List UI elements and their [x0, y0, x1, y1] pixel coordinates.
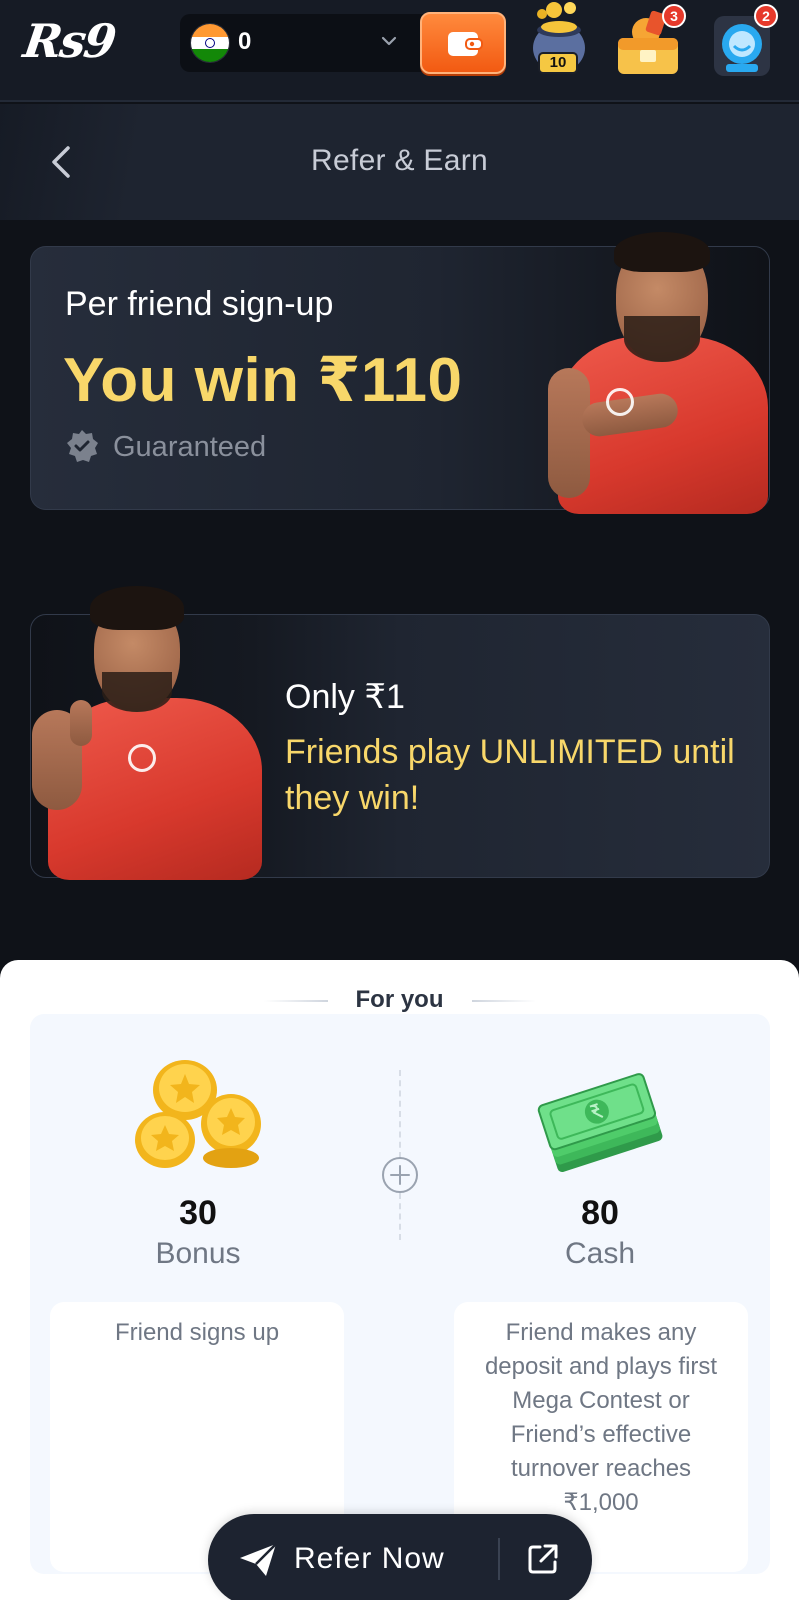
refer-separator — [498, 1538, 500, 1580]
cash-stack-icon — [537, 1073, 663, 1173]
page-title: Refer & Earn — [310, 144, 488, 177]
refer-now-button[interactable]: Refer Now — [208, 1514, 496, 1600]
bonus-label: Bonus — [155, 1237, 241, 1270]
verified-badge-icon — [67, 430, 98, 462]
page-header: Refer & Earn — [0, 104, 799, 220]
app-logo[interactable]: Rs9 — [20, 14, 118, 68]
unlimited-play-title: Only ₹1 — [285, 678, 405, 716]
bonus-reward: 30 Bonus — [48, 1058, 348, 1271]
jackpot-pot-icon[interactable]: 10 — [524, 2, 594, 76]
ambassador-image-right — [538, 218, 768, 514]
cash-condition-text: Friend makes any deposit and plays first… — [484, 1319, 718, 1516]
bonus-value: 30 — [179, 1194, 217, 1232]
share-icon[interactable] — [526, 1542, 560, 1576]
rewards-divider — [399, 1070, 401, 1240]
rewards-chest-icon[interactable]: 3 — [612, 4, 686, 76]
plus-icon — [382, 1157, 418, 1193]
balance-value: 0 — [238, 28, 252, 55]
chevron-down-icon[interactable] — [380, 32, 398, 50]
signup-reward-title: Per friend sign-up — [65, 285, 334, 323]
guaranteed-label: Guaranteed — [113, 431, 267, 463]
bonus-condition-text: Friend signs up — [114, 1319, 280, 1346]
signup-reward-amount: You win ₹110 — [63, 346, 463, 415]
jackpot-label: 10 — [538, 52, 578, 74]
refer-now-label: Refer Now — [294, 1542, 445, 1575]
for-you-section: For you 30 Bonus 80 Cash Friend signs up… — [0, 960, 799, 1600]
india-flag-icon — [190, 23, 230, 63]
top-bar: Rs9 0 10 3 2 — [0, 0, 799, 102]
rewards-badge: 3 — [662, 4, 686, 28]
cash-value: 80 — [581, 1194, 619, 1232]
cash-reward: 80 Cash — [450, 1058, 750, 1271]
refer-now-bar: Refer Now — [208, 1514, 592, 1600]
wallet-button[interactable] — [420, 12, 506, 74]
coins-icon — [135, 1060, 261, 1168]
for-you-title: For you — [355, 986, 444, 1013]
unlimited-play-subtitle: Friends play UNLIMITED until they win! — [285, 733, 735, 817]
ambassador-image-left — [30, 580, 270, 880]
wallet-icon — [448, 32, 483, 56]
support-badge: 2 — [754, 4, 778, 28]
cash-label: Cash — [564, 1237, 636, 1270]
support-agent-icon[interactable]: 2 — [712, 4, 778, 76]
send-icon — [240, 1543, 277, 1576]
